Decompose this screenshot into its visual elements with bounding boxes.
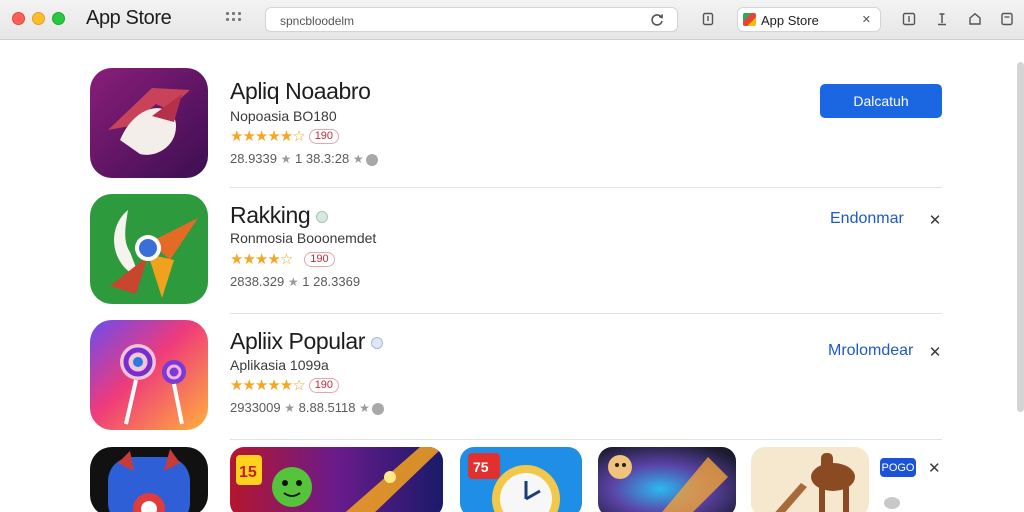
star-icon: ★ — [280, 152, 292, 166]
stat-downloads: 2838.329 — [230, 274, 285, 289]
address-text: spncbloodelm — [280, 14, 355, 28]
app-stats: 28.9339 ★ 1 38.3:28 ★ — [230, 151, 378, 166]
rating-stars: ★★★★★☆ — [230, 128, 306, 145]
close-window-button[interactable] — [12, 12, 25, 25]
stat-downloads: 28.9339 — [230, 151, 277, 166]
app-rating: ★★★★★☆ 190 — [230, 127, 340, 145]
reload-icon[interactable] — [649, 12, 665, 28]
app-rating: ★★★★★☆ 190 — [230, 376, 340, 394]
stat-reviews: 1 28.3369 — [302, 274, 361, 289]
shelf-game-banner[interactable]: 15 — [230, 447, 443, 512]
zoom-window-button[interactable] — [52, 12, 65, 25]
home-icon[interactable] — [967, 11, 983, 27]
stat-reviews: 8.88.5118 — [298, 400, 356, 415]
window-title: App Store — [86, 7, 172, 29]
app-subtitle: Nopoasia BO180 — [230, 108, 337, 124]
app-subtitle: Aplikasia 1099a — [230, 357, 329, 373]
rating-badge: 190 — [308, 128, 340, 144]
star-icon: ★ — [352, 152, 364, 166]
tab-menu-icon[interactable]: ✕ — [862, 13, 871, 26]
shelf-adventure-app-icon[interactable] — [598, 447, 736, 512]
info-icon — [365, 153, 378, 166]
rating-badge: 190 — [304, 251, 335, 267]
address-bar[interactable]: spncbloodelm — [265, 7, 678, 32]
tabs-overview-icon[interactable] — [999, 11, 1015, 27]
share-icon[interactable] — [700, 11, 716, 27]
star-icon: ★ — [359, 401, 370, 415]
app-name-text: Apliix Popular — [230, 328, 366, 354]
app-row[interactable]: Apliq Noaabro Nopoasia BO180 ★★★★★☆ 190 … — [90, 68, 942, 188]
tab-app-store[interactable]: App Store ✕ — [737, 7, 881, 32]
verified-icon — [316, 210, 329, 223]
app-icon[interactable] — [90, 194, 208, 304]
shelf-price-badge[interactable]: POGO — [880, 458, 916, 477]
app-stats: 2838.329 ★ 1 28.3369 — [230, 274, 360, 289]
close-icon[interactable]: ✕ — [928, 343, 942, 361]
app-row[interactable]: Rakking Ronmosia Booonemdet ★★★★☆ 190 28… — [90, 194, 942, 314]
app-name[interactable]: Apliix Popular — [230, 328, 384, 355]
get-link-button[interactable]: Mrolomdear — [828, 342, 913, 360]
rating-stars: ★★★★★☆ — [230, 377, 306, 394]
star-icon: ★ — [287, 275, 299, 289]
shelf-clock-app-icon[interactable]: 75 — [460, 447, 582, 512]
close-icon[interactable]: ✕ — [928, 459, 941, 477]
more-icon[interactable] — [884, 497, 900, 509]
star-icon: ★ — [284, 401, 296, 415]
row-divider — [230, 187, 942, 188]
get-link-button[interactable]: Endonmar — [830, 210, 904, 228]
scrollbar[interactable] — [1017, 62, 1024, 412]
row-divider — [230, 313, 942, 314]
grid-view-icon[interactable] — [226, 12, 244, 26]
app-rating: ★★★★☆ 190 — [230, 250, 335, 268]
app-icon[interactable] — [90, 320, 208, 430]
verified-icon — [371, 336, 384, 349]
upload-icon[interactable] — [934, 11, 950, 27]
app-subtitle: Ronmosia Booonemdet — [230, 230, 377, 246]
minimize-window-button[interactable] — [32, 12, 45, 25]
stat-reviews: 1 38.3:28 — [295, 151, 350, 166]
app-name[interactable]: Apliq Noaabro — [230, 78, 371, 105]
app-store-favicon-icon — [743, 13, 756, 26]
info-icon — [371, 402, 384, 415]
app-stats: 2933009 ★ 8.88.5118 ★ — [230, 400, 384, 415]
close-icon[interactable]: ✕ — [928, 211, 942, 229]
shelf-horse-app-icon[interactable] — [751, 447, 869, 512]
tab-label: App Store — [761, 13, 819, 28]
app-name[interactable]: Rakking — [230, 202, 329, 229]
download-button[interactable]: Dalcatuh — [820, 84, 942, 118]
tile-label-text: 75 — [473, 459, 489, 475]
app-row[interactable]: Apliix Popular Aplikasia 1099a ★★★★★☆ 19… — [90, 320, 942, 440]
row-divider — [230, 439, 942, 440]
app-icon[interactable] — [90, 68, 208, 178]
title-bar: App Store spncbloodelm App Store ✕ — [0, 0, 1024, 40]
sidebar-icon[interactable] — [901, 11, 917, 27]
shelf-app-icon[interactable] — [90, 447, 208, 512]
stat-downloads: 2933009 — [230, 400, 281, 415]
rating-badge: 190 — [308, 377, 340, 393]
app-name-text: Rakking — [230, 202, 311, 228]
game-badge-text: 15 — [239, 464, 257, 481]
rating-stars: ★★★★☆ — [230, 251, 293, 268]
